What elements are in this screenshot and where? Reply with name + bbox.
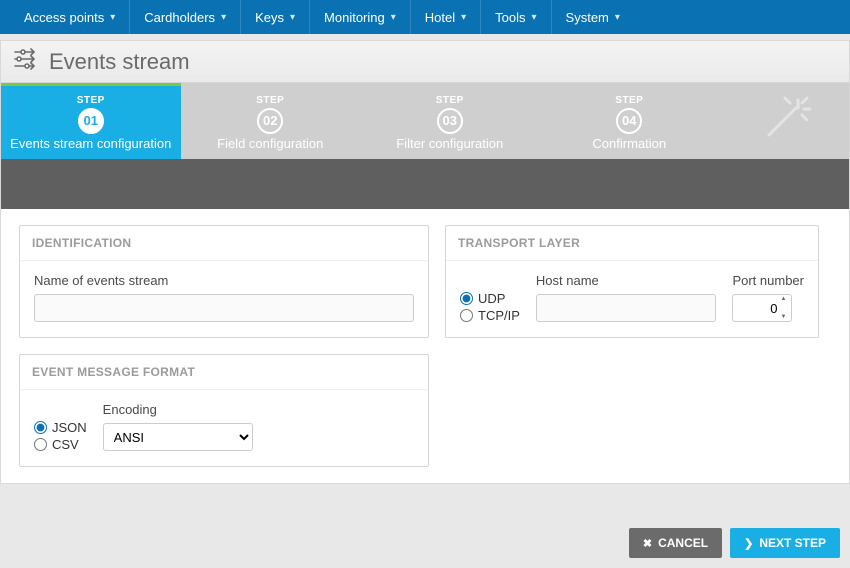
panel-title: TRANSPORT LAYER — [446, 226, 818, 261]
radio-udp-input[interactable] — [460, 292, 473, 305]
nav-label: Access points — [24, 10, 104, 25]
wizard-step-2[interactable]: STEP 02 Field configuration — [181, 83, 361, 159]
radio-tcp[interactable]: TCP/IP — [460, 308, 520, 323]
nav-cardholders[interactable]: Cardholders ▾ — [129, 0, 240, 34]
radio-label: CSV — [52, 437, 79, 452]
nav-label: Tools — [495, 10, 525, 25]
top-nav: Access points ▾ Cardholders ▾ Keys ▾ Monito… — [0, 0, 850, 34]
nav-hotel[interactable]: Hotel ▾ — [410, 0, 480, 34]
cancel-button[interactable]: ✖ CANCEL — [629, 528, 722, 558]
page-header: Events stream — [1, 41, 849, 83]
step-label: Confirmation — [592, 136, 666, 151]
radio-json[interactable]: JSON — [34, 420, 87, 435]
name-label: Name of events stream — [34, 273, 414, 288]
stream-icon — [13, 48, 39, 75]
panel-transport: TRANSPORT LAYER UDP TCP/IP Host name Por… — [445, 225, 819, 338]
wizard-step-1[interactable]: STEP 01 Events stream configuration — [1, 83, 181, 159]
step-number: 02 — [257, 108, 283, 134]
nav-keys[interactable]: Keys ▾ — [240, 0, 309, 34]
radio-label: TCP/IP — [478, 308, 520, 323]
button-label: CANCEL — [658, 536, 708, 550]
chevron-down-icon: ▾ — [110, 12, 115, 23]
name-input[interactable] — [34, 294, 414, 322]
step-word: STEP — [615, 95, 643, 106]
radio-csv-input[interactable] — [34, 438, 47, 451]
chevron-down-icon: ▾ — [461, 12, 466, 23]
wand-icon — [754, 95, 814, 150]
panel-format: EVENT MESSAGE FORMAT JSON CSV Encoding A… — [19, 354, 429, 467]
encoding-label: Encoding — [103, 402, 253, 417]
host-label: Host name — [536, 273, 717, 288]
step-number: 01 — [78, 108, 104, 134]
encoding-select[interactable]: ANSI — [103, 423, 253, 451]
nav-tools[interactable]: Tools ▾ — [480, 0, 550, 34]
step-word: STEP — [77, 95, 105, 106]
step-number: 04 — [616, 108, 642, 134]
button-label: NEXT STEP — [759, 536, 826, 550]
panel-title: EVENT MESSAGE FORMAT — [20, 355, 428, 390]
wizard-step-3[interactable]: STEP 03 Filter configuration — [360, 83, 540, 159]
step-label: Field configuration — [217, 136, 323, 151]
radio-label: UDP — [478, 291, 505, 306]
nav-label: System — [566, 10, 609, 25]
radio-csv[interactable]: CSV — [34, 437, 87, 452]
chevron-down-icon: ▾ — [290, 12, 295, 23]
gray-bar — [1, 159, 849, 209]
step-number: 03 — [437, 108, 463, 134]
nav-label: Monitoring — [324, 10, 385, 25]
wizard-icon-cell — [719, 83, 849, 159]
chevron-down-icon: ▾ — [221, 12, 226, 23]
wizard-step-4[interactable]: STEP 04 Confirmation — [540, 83, 720, 159]
port-label: Port number — [732, 273, 804, 288]
chevron-down-icon: ▾ — [615, 12, 620, 23]
spinner-down-icon[interactable]: ▼ — [780, 314, 790, 320]
nav-label: Cardholders — [144, 10, 215, 25]
footer-buttons: ✖ CANCEL ❯ NEXT STEP — [629, 528, 840, 558]
panel-identification: IDENTIFICATION Name of events stream — [19, 225, 429, 338]
nav-monitoring[interactable]: Monitoring ▾ — [309, 0, 410, 34]
step-label: Events stream configuration — [10, 136, 171, 151]
nav-label: Hotel — [425, 10, 455, 25]
nav-system[interactable]: System ▾ — [551, 0, 634, 34]
radio-json-input[interactable] — [34, 421, 47, 434]
host-input[interactable] — [536, 294, 717, 322]
nav-label: Keys — [255, 10, 284, 25]
radio-tcp-input[interactable] — [460, 309, 473, 322]
next-step-button[interactable]: ❯ NEXT STEP — [730, 528, 840, 558]
panel-title: IDENTIFICATION — [20, 226, 428, 261]
content-area: IDENTIFICATION Name of events stream TRA… — [1, 209, 849, 483]
page-title: Events stream — [49, 49, 190, 75]
wizard-steps: STEP 01 Events stream configuration STEP… — [1, 83, 849, 159]
step-word: STEP — [256, 95, 284, 106]
radio-label: JSON — [52, 420, 87, 435]
nav-access-points[interactable]: Access points ▾ — [10, 0, 129, 34]
radio-udp[interactable]: UDP — [460, 291, 520, 306]
step-label: Filter configuration — [396, 136, 503, 151]
cancel-icon: ✖ — [643, 537, 652, 550]
page-container: Events stream STEP 01 Events stream conf… — [0, 40, 850, 484]
chevron-down-icon: ▾ — [391, 12, 396, 23]
chevron-down-icon: ▾ — [532, 12, 537, 23]
step-word: STEP — [436, 95, 464, 106]
chevron-right-icon: ❯ — [744, 537, 753, 550]
spinner-up-icon[interactable]: ▲ — [780, 296, 790, 302]
port-spinner: ▲ ▼ — [780, 296, 790, 320]
